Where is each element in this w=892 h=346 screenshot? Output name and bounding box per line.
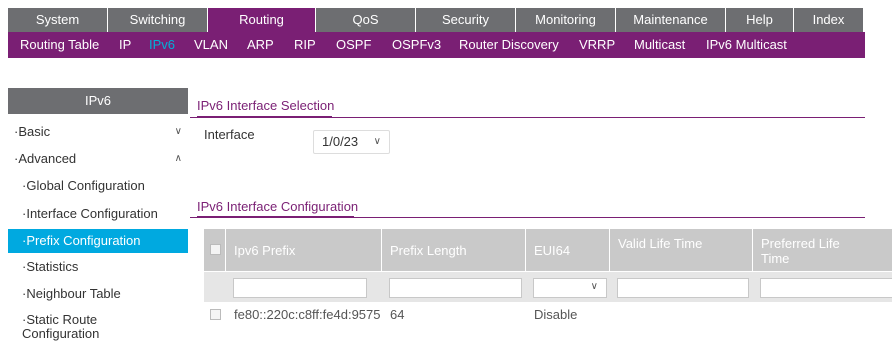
sidebar-item-basic[interactable]: ·Basic ∨ — [8, 124, 188, 139]
sidebar-item-label: Static Route Configuration — [22, 312, 100, 341]
sidebar-item-label: Neighbour Table — [26, 286, 121, 301]
sidebar-item-static-route-configuration[interactable]: ·Static Route Configuration — [8, 313, 138, 341]
selection-title: IPv6 Interface Selection — [197, 98, 335, 113]
sub-navigation: Routing Table IP IPv6 VLAN ARP RIP OSPF … — [8, 32, 865, 58]
interface-label: Interface — [204, 127, 255, 142]
cell-prefix-length: 64 — [390, 307, 405, 322]
filter-prefix-length-input[interactable] — [389, 278, 522, 298]
cell-eui64: Disable — [534, 307, 578, 322]
tab-switching[interactable]: Switching — [108, 8, 208, 32]
column-header-ipv6-prefix[interactable]: Ipv6 Prefix — [226, 229, 382, 271]
column-header-eui64[interactable]: EUI64 — [526, 229, 610, 271]
subtab-ospf[interactable]: OSPF — [336, 32, 371, 58]
table-row: fe80::220c:c8ff:fe4d:9575 64 Disable — [204, 303, 892, 327]
sidebar-item-label: Interface Configuration — [26, 206, 158, 221]
sidebar-item-advanced[interactable]: ·Advanced ∧ — [8, 151, 188, 166]
config-title: IPv6 Interface Configuration — [197, 199, 359, 214]
subtab-rip[interactable]: RIP — [294, 32, 316, 58]
tab-system[interactable]: System — [8, 8, 108, 32]
tab-qos[interactable]: QoS — [316, 8, 416, 32]
sidebar-item-neighbour-table[interactable]: ·Neighbour Table — [8, 286, 188, 301]
sidebar-item-global-configuration[interactable]: ·Global Configuration — [8, 178, 188, 193]
column-header-valid-life-time[interactable]: Valid Life Time — [610, 229, 753, 271]
subtab-ipv6[interactable]: IPv6 — [149, 32, 175, 58]
sidebar-item-label: Basic — [18, 124, 51, 139]
tab-monitoring[interactable]: Monitoring — [516, 8, 616, 32]
subtab-router-discovery[interactable]: Router Discovery — [459, 32, 559, 58]
sidebar-item-statistics[interactable]: ·Statistics — [8, 259, 188, 274]
header-checkbox-cell — [204, 229, 226, 271]
tab-maintenance[interactable]: Maintenance — [616, 8, 726, 32]
subtab-routing-table[interactable]: Routing Table — [20, 32, 99, 58]
sidebar-item-label: Prefix Configuration — [26, 233, 141, 248]
sidebar-item-prefix-configuration[interactable]: ·Prefix Configuration — [8, 229, 188, 253]
subtab-ipv6-multicast[interactable]: IPv6 Multicast — [706, 32, 787, 58]
subtab-vlan[interactable]: VLAN — [194, 32, 228, 58]
sidebar-item-label: Advanced — [18, 151, 77, 166]
main-tabs: System Switching Routing QoS Security Mo… — [8, 8, 864, 32]
interface-select-value: 1/0/23 — [322, 134, 359, 149]
chevron-down-icon: ∨ — [174, 126, 182, 137]
subtab-ospfv3[interactable]: OSPFv3 — [392, 32, 441, 58]
filter-preferred-life-time-input[interactable] — [760, 278, 892, 298]
cell-ipv6-prefix: fe80::220c:c8ff:fe4d:9575 — [234, 307, 381, 322]
tab-help[interactable]: Help — [726, 8, 794, 32]
selection-divider — [190, 117, 865, 118]
chevron-up-icon: ∧ — [174, 153, 182, 164]
column-header-preferred-life-time[interactable]: Preferred Life Time — [753, 229, 892, 271]
sidebar-header: IPv6 — [8, 88, 188, 114]
filter-eui64-select[interactable]: ∨ — [533, 278, 607, 298]
select-all-checkbox[interactable] — [210, 244, 221, 255]
subtab-multicast[interactable]: Multicast — [634, 32, 685, 58]
sidebar-item-interface-configuration[interactable]: ·Interface Configuration — [8, 206, 188, 221]
chevron-down-icon: ∨ — [373, 136, 381, 147]
column-header-prefix-length[interactable]: Prefix Length — [382, 229, 526, 271]
subtab-arp[interactable]: ARP — [247, 32, 274, 58]
subtab-ip[interactable]: IP — [119, 32, 131, 58]
chevron-down-icon: ∨ — [590, 281, 598, 292]
subtab-vrrp[interactable]: VRRP — [579, 32, 615, 58]
interface-select[interactable]: 1/0/23 ∨ — [313, 130, 390, 154]
top-navigation: System Switching Routing QoS Security Mo… — [0, 0, 892, 33]
tab-index[interactable]: Index — [794, 8, 864, 32]
sidebar-item-label: Global Configuration — [26, 178, 145, 193]
filter-valid-life-time-input[interactable] — [617, 278, 749, 298]
filter-row: ∨ — [204, 272, 892, 302]
sidebar: IPv6 ·Basic ∨ ·Advanced ∧ ·Global Config… — [8, 88, 188, 346]
table-header: Ipv6 Prefix Prefix Length EUI64 Valid Li… — [204, 229, 892, 271]
config-divider — [190, 217, 865, 218]
filter-ipv6-prefix-input[interactable] — [233, 278, 367, 298]
sidebar-item-label: Statistics — [26, 259, 79, 274]
row-checkbox[interactable] — [210, 309, 221, 320]
tab-routing[interactable]: Routing — [208, 8, 316, 32]
tab-security[interactable]: Security — [416, 8, 516, 32]
